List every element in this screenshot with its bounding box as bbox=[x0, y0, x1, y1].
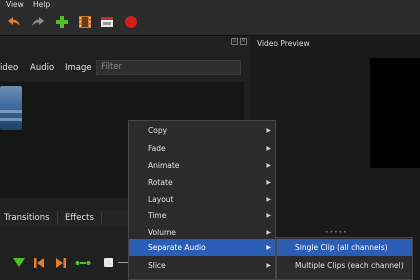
menu-item-label: Rotate bbox=[148, 178, 173, 187]
menu-item-label: Layout bbox=[148, 195, 174, 204]
add-file-icon bbox=[56, 16, 68, 28]
razor-icon[interactable] bbox=[104, 258, 113, 267]
snap-icon[interactable] bbox=[75, 259, 91, 267]
tab-transitions[interactable]: Transitions bbox=[4, 213, 50, 223]
menu-bar: View Help bbox=[0, 0, 420, 10]
menu-item-layout[interactable]: Layout ▶ bbox=[129, 191, 275, 208]
separate-audio-submenu: Single Clip (all channels) Multiple Clip… bbox=[276, 237, 413, 280]
tab-video[interactable]: ideo bbox=[0, 63, 18, 73]
submenu-arrow-icon: ▶ bbox=[266, 179, 271, 186]
menu-item-label: Animate bbox=[148, 161, 180, 170]
filter-down-icon[interactable] bbox=[13, 258, 25, 269]
film-icon bbox=[79, 16, 91, 28]
menu-item-label: Volume bbox=[148, 228, 176, 237]
splitter-handle[interactable]: ••••• bbox=[325, 229, 348, 236]
submenu-arrow-icon: ▶ bbox=[266, 244, 271, 251]
menu-item-label: Fade bbox=[148, 144, 166, 153]
submenu-item-multiple-clips[interactable]: Multiple Clips (each channel) bbox=[277, 257, 412, 274]
video-thumbnail[interactable] bbox=[0, 86, 22, 130]
menu-item-copy[interactable]: Copy ▶ bbox=[129, 122, 275, 139]
menu-item-animate[interactable]: Animate ▶ bbox=[129, 157, 275, 174]
main-toolbar bbox=[0, 10, 420, 36]
submenu-arrow-icon: ▶ bbox=[266, 212, 271, 219]
tab-audio[interactable]: Audio bbox=[30, 63, 54, 73]
menu-item-separate-audio[interactable]: Separate Audio ▶ bbox=[129, 239, 275, 256]
film-button[interactable] bbox=[77, 14, 93, 30]
zoom-slider-track[interactable] bbox=[118, 262, 128, 263]
menu-item-fade[interactable]: Fade ▶ bbox=[129, 140, 275, 157]
record-button[interactable] bbox=[123, 14, 139, 30]
submenu-arrow-icon: ▶ bbox=[266, 127, 271, 134]
menu-item-label: Separate Audio bbox=[148, 243, 206, 252]
submenu-item-label: Multiple Clips (each channel) bbox=[295, 261, 404, 270]
video-preview-canvas bbox=[370, 58, 420, 168]
redo-button[interactable] bbox=[30, 14, 46, 30]
submenu-item-label: Single Clip (all channels) bbox=[295, 243, 388, 252]
submenu-item-single-clip[interactable]: Single Clip (all channels) bbox=[277, 239, 412, 256]
menu-item-slice[interactable]: Slice ▶ bbox=[129, 257, 275, 274]
filter-input[interactable]: Filter bbox=[96, 60, 241, 75]
float-panel-button[interactable]: ▫ bbox=[231, 38, 238, 45]
jump-start-icon[interactable] bbox=[33, 257, 45, 269]
menu-item-label: Slice bbox=[148, 261, 166, 270]
tab-divider bbox=[101, 212, 102, 224]
menu-view[interactable]: View bbox=[6, 0, 24, 10]
record-icon bbox=[125, 16, 137, 28]
tab-effects[interactable]: Effects bbox=[65, 213, 94, 223]
menu-help[interactable]: Help bbox=[33, 0, 50, 10]
clip-context-menu: Copy ▶ Fade ▶ Animate ▶ Rotate ▶ Layout … bbox=[128, 120, 276, 280]
submenu-arrow-icon: ▶ bbox=[266, 262, 271, 269]
menu-item-label: Time bbox=[148, 211, 167, 220]
export-icon bbox=[101, 17, 113, 27]
menu-item-rotate[interactable]: Rotate ▶ bbox=[129, 174, 275, 191]
menu-item-label: Copy bbox=[148, 126, 168, 135]
close-panel-button[interactable]: × bbox=[240, 38, 247, 45]
submenu-arrow-icon: ▶ bbox=[266, 162, 271, 169]
tab-divider bbox=[57, 212, 58, 224]
menu-item-time[interactable]: Time ▶ bbox=[129, 207, 275, 224]
jump-end-icon[interactable] bbox=[55, 257, 67, 269]
undo-icon bbox=[8, 17, 20, 26]
video-preview-title: Video Preview bbox=[257, 39, 310, 48]
tab-image[interactable]: Image bbox=[65, 63, 92, 73]
redo-icon bbox=[32, 17, 44, 26]
export-button[interactable] bbox=[99, 14, 115, 30]
timeline-toolbar bbox=[0, 252, 132, 274]
add-file-button[interactable] bbox=[54, 14, 70, 30]
undo-button[interactable] bbox=[6, 14, 22, 30]
submenu-arrow-icon: ▶ bbox=[266, 196, 271, 203]
submenu-arrow-icon: ▶ bbox=[266, 145, 271, 152]
